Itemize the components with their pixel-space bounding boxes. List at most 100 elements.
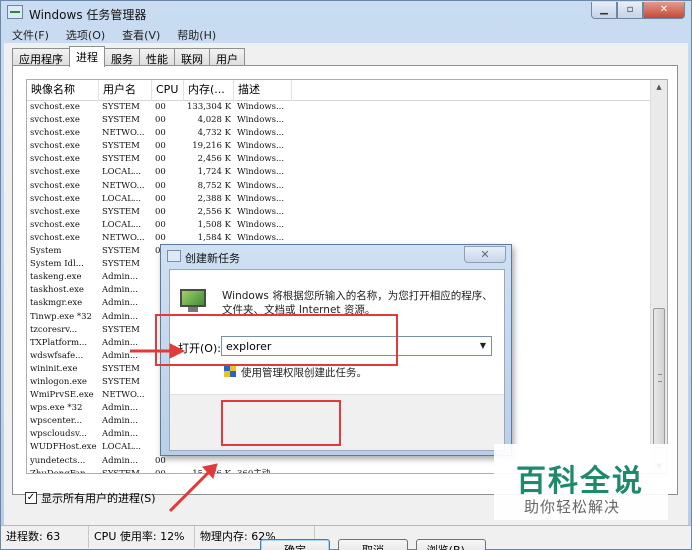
cell-user-name: Admin... xyxy=(102,337,138,348)
cell-user-name: LOCAL... xyxy=(102,442,142,453)
cell-user-name: Admin... xyxy=(102,350,138,361)
cell-description: Windows... xyxy=(237,193,285,204)
table-row[interactable]: svchost.exe LOCAL... 00 2,388 K Windows... xyxy=(27,193,652,206)
cell-memory: 133,304 K xyxy=(187,102,232,112)
cell-user-name: SYSTEM xyxy=(102,154,140,165)
table-row[interactable]: svchost.exe SYSTEM 00 2,556 K Windows... xyxy=(27,206,652,219)
table-row[interactable]: svchost.exe LOCAL... 00 1,724 K Windows... xyxy=(27,166,652,179)
cell-image-name: svchost.exe xyxy=(30,128,80,139)
cell-description: Windows... xyxy=(237,115,285,126)
cancel-button[interactable]: 取消 xyxy=(338,539,408,550)
dialog-close-button[interactable]: ✕ xyxy=(464,246,506,263)
cell-user-name: NETWO... xyxy=(102,390,145,401)
cell-user-name: LOCAL... xyxy=(102,219,142,230)
cell-image-name: wpscloudsv... xyxy=(30,429,87,440)
minimize-button[interactable]: ▁ xyxy=(591,2,617,19)
cell-cpu: 00 xyxy=(155,154,166,165)
process-list-header: 映像名称 用户名 CPU 内存(... 描述 xyxy=(27,80,667,101)
annotation-box-input xyxy=(155,314,398,366)
column-image-name[interactable]: 映像名称 xyxy=(27,80,99,101)
watermark-subtitle: 助你轻松解决 xyxy=(524,498,621,516)
column-description[interactable]: 描述 xyxy=(234,80,292,101)
cell-image-name: WmiPrvSE.exe xyxy=(30,390,94,401)
column-cpu[interactable]: CPU xyxy=(152,80,184,101)
dialog-description: Windows 将根据您所输入的名称，为您打开相应的程序、文件夹、文档或 Int… xyxy=(222,290,493,316)
cell-user-name: SYSTEM xyxy=(102,115,140,126)
cell-cpu: 00 xyxy=(155,193,166,204)
table-row[interactable]: svchost.exe SYSTEM 00 133,304 K Windows... xyxy=(27,101,652,114)
dialog-title: 创建新任务 xyxy=(185,252,240,265)
cell-image-name: svchost.exe xyxy=(30,219,80,230)
table-row[interactable]: svchost.exe NETWO... 00 4,732 K Windows... xyxy=(27,127,652,140)
column-user-name[interactable]: 用户名 xyxy=(99,80,152,101)
cell-user-name: NETWO... xyxy=(102,128,145,139)
cell-user-name: LOCAL... xyxy=(102,193,142,204)
maximize-button[interactable]: ▫ xyxy=(617,2,643,19)
cell-user-name: Admin... xyxy=(102,285,138,296)
cell-user-name: Admin... xyxy=(102,416,138,427)
cell-user-name: SYSTEM xyxy=(102,468,140,474)
cell-user-name: Admin... xyxy=(102,311,138,322)
cell-memory: 2,388 K xyxy=(197,193,231,204)
cell-image-name: taskhost.exe xyxy=(30,285,84,296)
cell-image-name: ZhuDongFan... xyxy=(30,468,94,474)
cell-image-name: svchost.exe xyxy=(30,115,80,126)
table-row[interactable]: svchost.exe SYSTEM 00 19,216 K Windows... xyxy=(27,140,652,153)
cell-memory: 4,732 K xyxy=(197,128,231,139)
cell-description: 360主动... xyxy=(237,468,279,474)
cell-user-name: SYSTEM xyxy=(102,363,140,374)
window-title: Windows 任务管理器 xyxy=(29,8,147,22)
vertical-scrollbar[interactable]: ▲ ▼ xyxy=(650,80,667,473)
cell-user-name: Admin... xyxy=(102,429,138,440)
cell-image-name: svchost.exe xyxy=(30,141,80,152)
cell-cpu: 00 xyxy=(155,206,166,217)
cell-image-name: svchost.exe xyxy=(30,102,80,112)
scroll-up-icon[interactable]: ▲ xyxy=(651,80,667,94)
computer-icon xyxy=(180,289,208,313)
cell-cpu: 00 xyxy=(155,102,166,112)
table-row[interactable]: svchost.exe NETWO... 00 8,752 K Windows... xyxy=(27,180,652,193)
cell-cpu: 00 xyxy=(155,128,166,139)
status-process-count: 进程数: 63 xyxy=(1,526,89,548)
cell-user-name: Admin... xyxy=(102,403,138,414)
cell-user-name: Admin... xyxy=(102,298,138,309)
tab-processes[interactable]: 进程 xyxy=(69,46,105,67)
table-row[interactable]: svchost.exe LOCAL... 00 1,508 K Windows... xyxy=(27,219,652,232)
menu-file[interactable]: 文件(F) xyxy=(2,25,56,43)
cell-description: Windows... xyxy=(237,219,285,230)
chevron-down-icon[interactable]: ▼ xyxy=(475,337,491,355)
cell-image-name: svchost.exe xyxy=(30,167,80,178)
cell-image-name: System Idl... xyxy=(30,259,84,270)
ok-button[interactable]: 确定 xyxy=(260,539,330,550)
table-row[interactable]: svchost.exe SYSTEM 00 4,028 K Windows... xyxy=(27,114,652,127)
cell-memory: 1,508 K xyxy=(197,219,231,230)
cell-memory: 15,576 K xyxy=(192,468,231,474)
scrollbar-thumb[interactable] xyxy=(653,308,665,448)
show-all-users-checkbox[interactable]: ✓ xyxy=(25,492,37,504)
cell-memory: 8,752 K xyxy=(197,180,231,191)
menu-help[interactable]: 帮助(H) xyxy=(167,25,223,43)
cell-image-name: wininit.exe xyxy=(30,363,78,374)
cell-description xyxy=(234,455,292,468)
cell-user-name: SYSTEM xyxy=(102,324,140,335)
cell-user-name: SYSTEM xyxy=(102,259,140,270)
cell-description: Windows... xyxy=(237,180,285,191)
cell-image-name: TXPlatform... xyxy=(30,337,88,348)
cell-cpu: 00 xyxy=(155,141,166,152)
cell-cpu: 00 xyxy=(155,468,166,474)
close-button[interactable]: ✕ xyxy=(643,2,685,19)
table-row[interactable]: svchost.exe SYSTEM 00 2,456 K Windows... xyxy=(27,153,652,166)
menu-view[interactable]: 查看(V) xyxy=(112,25,167,43)
menu-options[interactable]: 选项(O) xyxy=(56,25,112,43)
cell-user-name: SYSTEM xyxy=(102,376,140,387)
cell-description: Windows... xyxy=(237,167,285,178)
show-all-users[interactable]: ✓ 显示所有用户的进程(S) xyxy=(25,490,156,506)
cell-cpu: 00 xyxy=(155,219,166,230)
cell-user-name: Admin... xyxy=(102,272,138,283)
show-all-users-label[interactable]: 显示所有用户的进程(S) xyxy=(41,490,156,506)
title-bar[interactable]: Windows 任务管理器 ▁ ▫ ✕ xyxy=(1,1,691,25)
browse-button[interactable]: 浏览(B)... xyxy=(416,539,486,550)
column-memory[interactable]: 内存(... xyxy=(184,80,234,101)
cell-user-name: NETWO... xyxy=(102,232,145,243)
cell-image-name: wdswfsafe... xyxy=(30,350,84,361)
